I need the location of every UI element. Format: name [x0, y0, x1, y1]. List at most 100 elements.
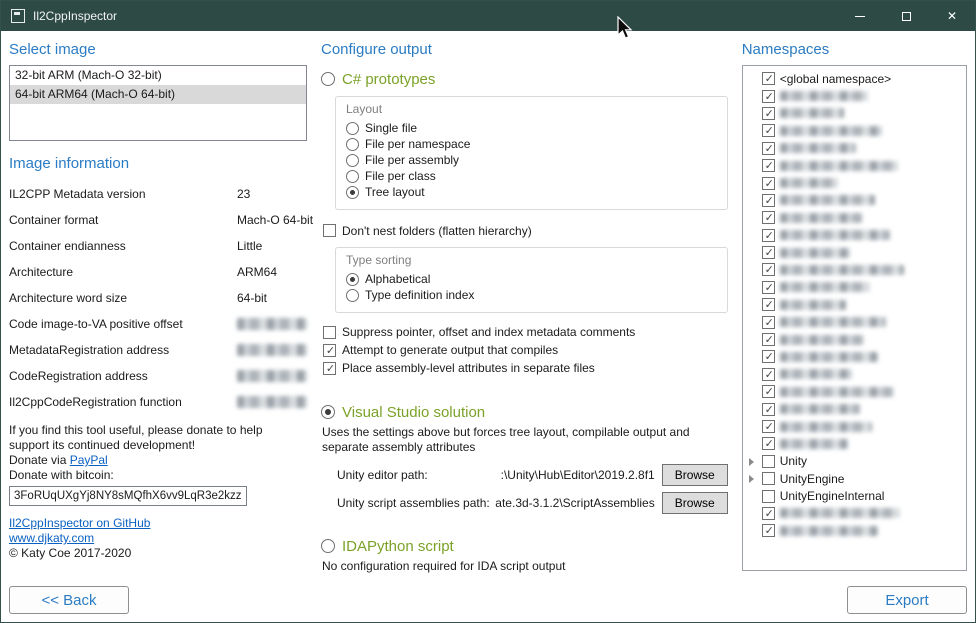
namespace-item[interactable]	[745, 313, 964, 330]
namespace-checkbox[interactable]	[762, 229, 775, 242]
maximize-button[interactable]	[883, 1, 929, 31]
checkbox-option[interactable]: Place assembly-level attributes in separ…	[323, 359, 728, 377]
namespaces-panel: Namespaces <global namespace>UnityUnityE…	[742, 39, 967, 614]
namespace-checkbox[interactable]	[762, 72, 775, 85]
namespace-checkbox[interactable]	[762, 263, 775, 276]
close-button[interactable]: ✕	[929, 1, 975, 31]
namespace-item[interactable]	[745, 435, 964, 452]
image-list[interactable]: 32-bit ARM (Mach-O 32-bit)64-bit ARM64 (…	[9, 65, 307, 141]
namespace-checkbox[interactable]	[762, 177, 775, 190]
bitcoin-address-input[interactable]	[9, 486, 247, 506]
expander-icon[interactable]	[749, 458, 754, 466]
expander-icon[interactable]	[749, 475, 754, 483]
namespace-checkbox[interactable]	[762, 142, 775, 155]
namespace-checkbox[interactable]	[762, 298, 775, 311]
radio-icon	[346, 138, 359, 151]
radio-option[interactable]: Single file	[346, 120, 717, 136]
namespace-item[interactable]	[745, 522, 964, 539]
namespace-item[interactable]	[745, 244, 964, 261]
paypal-link[interactable]: PayPal	[70, 453, 108, 467]
namespace-item[interactable]: Unity	[745, 453, 964, 470]
unity-editor-path-label: Unity editor path:	[337, 468, 428, 482]
namespace-checkbox[interactable]	[762, 281, 775, 294]
radio-option[interactable]: File per assembly	[346, 152, 717, 168]
redacted-label	[780, 143, 856, 153]
browse-assemblies-button[interactable]: Browse	[662, 492, 728, 514]
unity-assemblies-path-value[interactable]: ate.3d-3.1.2\ScriptAssemblies	[490, 496, 655, 510]
redacted-label	[780, 335, 864, 345]
namespace-checkbox[interactable]	[762, 90, 775, 103]
checkbox-flatten-hierarchy[interactable]: Don't nest folders (flatten hierarchy)	[323, 222, 728, 239]
namespace-item[interactable]	[745, 296, 964, 313]
namespace-checkbox[interactable]	[762, 472, 775, 485]
minimize-button[interactable]	[837, 1, 883, 31]
title-bar[interactable]: Il2CppInspector ✕	[1, 1, 975, 31]
namespace-item[interactable]: <global namespace>	[745, 70, 964, 87]
radio-csharp-prototypes[interactable]: C# prototypes	[321, 70, 728, 88]
namespace-checkbox[interactable]	[762, 316, 775, 329]
namespace-checkbox[interactable]	[762, 437, 775, 450]
namespace-item[interactable]	[745, 400, 964, 417]
namespace-checkbox[interactable]	[762, 490, 775, 503]
namespace-checkbox[interactable]	[762, 350, 775, 363]
radio-idapython-script[interactable]: IDAPython script	[321, 537, 728, 555]
namespace-item[interactable]: UnityEngine	[745, 470, 964, 487]
namespace-item[interactable]	[745, 87, 964, 104]
redacted-label	[780, 508, 900, 518]
output-checkboxes: Suppress pointer, offset and index metad…	[323, 323, 728, 377]
unity-editor-path-value[interactable]: :\Unity\Hub\Editor\2019.2.8f1	[428, 468, 655, 482]
copyright-text: © Katy Coe 2017-2020	[9, 546, 307, 561]
namespace-item[interactable]	[745, 192, 964, 209]
unity-editor-path-row: Unity editor path: :\Unity\Hub\Editor\20…	[337, 463, 728, 487]
layout-groupbox: Layout Single fileFile per namespaceFile…	[335, 96, 728, 210]
website-link[interactable]: www.djkaty.com	[9, 531, 94, 545]
namespace-checkbox[interactable]	[762, 455, 775, 468]
namespace-checkbox[interactable]	[762, 211, 775, 224]
namespace-item[interactable]	[745, 366, 964, 383]
namespace-item[interactable]	[745, 261, 964, 278]
radio-option[interactable]: Tree layout	[346, 184, 717, 200]
back-button[interactable]: << Back	[9, 586, 129, 614]
namespace-checkbox[interactable]	[762, 333, 775, 346]
radio-visual-studio-solution[interactable]: Visual Studio solution	[321, 403, 728, 421]
namespace-item[interactable]	[745, 383, 964, 400]
redacted-label	[780, 126, 882, 136]
namespace-checkbox[interactable]	[762, 403, 775, 416]
namespace-checkbox[interactable]	[762, 385, 775, 398]
export-button[interactable]: Export	[847, 586, 967, 614]
radio-option[interactable]: Type definition index	[346, 287, 717, 303]
namespace-checkbox[interactable]	[762, 159, 775, 172]
redacted-label	[780, 108, 844, 118]
namespace-item[interactable]	[745, 157, 964, 174]
namespace-item[interactable]	[745, 105, 964, 122]
namespace-checkbox[interactable]	[762, 124, 775, 137]
namespace-item[interactable]	[745, 418, 964, 435]
browse-editor-button[interactable]: Browse	[662, 464, 728, 486]
namespace-item[interactable]	[745, 279, 964, 296]
namespace-checkbox[interactable]	[762, 524, 775, 537]
radio-option[interactable]: File per class	[346, 168, 717, 184]
namespace-checkbox[interactable]	[762, 420, 775, 433]
namespace-item[interactable]	[745, 348, 964, 365]
namespace-item[interactable]	[745, 505, 964, 522]
namespace-item[interactable]	[745, 331, 964, 348]
github-link[interactable]: Il2CppInspector on GitHub	[9, 516, 150, 530]
namespace-item[interactable]	[745, 209, 964, 226]
image-list-item[interactable]: 32-bit ARM (Mach-O 32-bit)	[10, 66, 306, 85]
namespace-item[interactable]	[745, 140, 964, 157]
image-list-item[interactable]: 64-bit ARM64 (Mach-O 64-bit)	[10, 85, 306, 104]
namespace-item[interactable]: UnityEngineInternal	[745, 487, 964, 504]
namespace-item[interactable]	[745, 122, 964, 139]
namespace-item[interactable]	[745, 227, 964, 244]
namespace-item[interactable]	[745, 174, 964, 191]
namespace-checkbox[interactable]	[762, 107, 775, 120]
checkbox-option[interactable]: Suppress pointer, offset and index metad…	[323, 323, 728, 341]
namespace-checkbox[interactable]	[762, 194, 775, 207]
radio-option[interactable]: Alphabetical	[346, 271, 717, 287]
radio-option[interactable]: File per namespace	[346, 136, 717, 152]
namespace-list[interactable]: <global namespace> UnityUnityEngineUnityE…	[742, 65, 967, 571]
namespace-checkbox[interactable]	[762, 368, 775, 381]
namespace-checkbox[interactable]	[762, 507, 775, 520]
namespace-checkbox[interactable]	[762, 246, 775, 259]
checkbox-option[interactable]: Attempt to generate output that compiles	[323, 341, 728, 359]
